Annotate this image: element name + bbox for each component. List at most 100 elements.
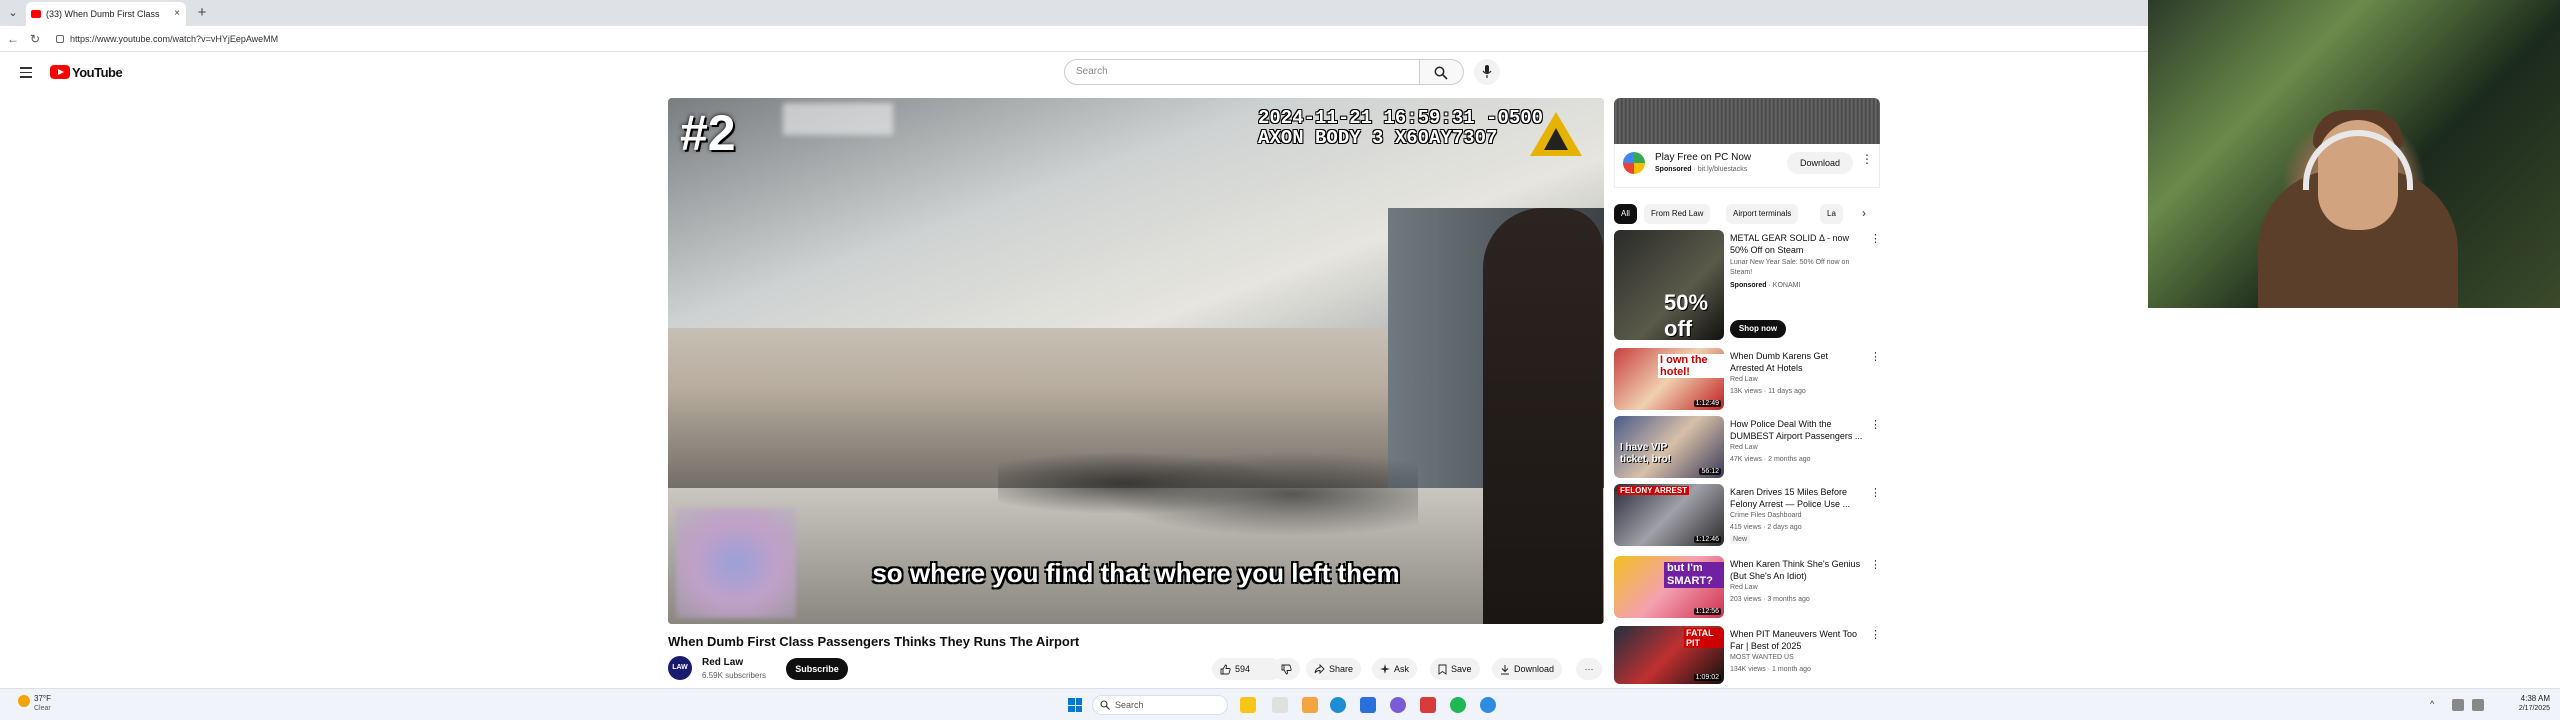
- ad-app-icon: [1623, 152, 1645, 174]
- dislike-button[interactable]: [1272, 658, 1300, 680]
- weather-icon[interactable]: [18, 695, 30, 707]
- rec-thumbnail[interactable]: but I'm SMART? 1:12:56: [1614, 556, 1724, 618]
- recommendation-item[interactable]: I have VIP ticket, bro! 56:12 How Police…: [1614, 416, 1881, 480]
- volume-icon[interactable]: [2472, 699, 2484, 711]
- chevron-right-icon[interactable]: ›: [1862, 206, 1866, 220]
- rec-thumbnail[interactable]: I have VIP ticket, bro! 56:12: [1614, 416, 1724, 478]
- save-label: Save: [1451, 664, 1472, 674]
- file-explorer-icon[interactable]: [1240, 697, 1256, 713]
- rec-channel[interactable]: Crime Files Dashboard: [1730, 512, 1802, 519]
- ad-card[interactable]: Play Free on PC Now Sponsored · bit.ly/b…: [1614, 144, 1880, 188]
- taskbar-search-label: Search: [1115, 700, 1144, 710]
- ad-banner-image[interactable]: [1614, 98, 1880, 144]
- save-button[interactable]: Save: [1430, 658, 1480, 680]
- ad-sponsored-label: Sponsored: [1655, 166, 1692, 173]
- clock-date[interactable]: 2/17/2025: [2500, 705, 2550, 712]
- tab-list-chevron-icon[interactable]: ⌄: [2, 3, 24, 23]
- bodycam-timestamp: 2024-11-21 16:59:31 -0500 AXON BODY 3 X6…: [1258, 108, 1543, 148]
- share-button[interactable]: Share: [1306, 658, 1362, 680]
- rec-title: How Police Deal With the DUMBEST Airport…: [1730, 419, 1863, 441]
- ask-button[interactable]: Ask: [1372, 658, 1418, 680]
- thumbs-up-icon: [1220, 664, 1231, 674]
- edge-icon[interactable]: [1330, 697, 1346, 713]
- rec-thumbnail[interactable]: FATAL PIT 1:09:02: [1614, 626, 1724, 684]
- recommendation-sponsored[interactable]: 50% off METAL GEAR SOLID Δ - now 50% Off…: [1614, 230, 1881, 342]
- tray-chevron-icon[interactable]: ^: [2430, 699, 2442, 711]
- task-view-icon[interactable]: [1272, 697, 1288, 713]
- chip-airport-terminals[interactable]: Airport terminals: [1726, 204, 1799, 224]
- rec-thumbnail-text: FELONY ARREST: [1618, 486, 1690, 495]
- rec-thumbnail[interactable]: FELONY ARREST 1:12:46: [1614, 484, 1724, 546]
- download-arrow-icon: [1501, 664, 1509, 674]
- folder-icon[interactable]: [1302, 697, 1318, 713]
- webcam-overlay: [2148, 0, 2560, 308]
- channel-name[interactable]: Red Law: [702, 657, 743, 668]
- microphone-icon: [1482, 65, 1492, 78]
- app-icon[interactable]: [1390, 697, 1406, 713]
- rec-more-icon[interactable]: ⋮: [1870, 418, 1881, 431]
- ad-title: Play Free on PC Now: [1655, 152, 1752, 163]
- video-frame-crowd: [998, 428, 1418, 538]
- site-info-icon[interactable]: [56, 35, 64, 43]
- weather-temperature[interactable]: 37°F: [34, 694, 51, 703]
- back-arrow-icon[interactable]: ←: [4, 30, 22, 48]
- filter-chip-row: All From Red Law Airport terminals La ›: [1614, 204, 1880, 224]
- chrome-icon[interactable]: [1480, 697, 1496, 713]
- rec-thumbnail[interactable]: I own the hotel! 1:12:49: [1614, 348, 1724, 410]
- youtube-logo[interactable]: YouTube: [50, 64, 123, 80]
- windows-start-icon[interactable]: [1068, 698, 1082, 712]
- more-actions-button[interactable]: ···: [1576, 658, 1602, 680]
- search-input[interactable]: Search: [1064, 59, 1420, 85]
- video-player[interactable]: #2 2024-11-21 16:59:31 -0500 AXON BODY 3…: [668, 98, 1604, 624]
- recommendation-item[interactable]: I own the hotel! 1:12:49 When Dumb Karen…: [1614, 348, 1881, 412]
- spotify-icon[interactable]: [1450, 697, 1466, 713]
- ad-sponsor-line: Sponsored · bit.ly/bluestacks: [1655, 166, 1747, 173]
- clock-time[interactable]: 4:38 AM: [2500, 694, 2550, 703]
- video-title: When Dumb First Class Passengers Thinks …: [668, 634, 1080, 649]
- browser-toolbar: ← ↻ https://www.youtube.com/watch?v=vHYj…: [0, 26, 2148, 52]
- tab-close-icon[interactable]: ×: [174, 2, 180, 26]
- new-tab-button[interactable]: +: [192, 3, 212, 23]
- voice-search-button[interactable]: [1474, 59, 1500, 85]
- rec-more-icon[interactable]: ⋮: [1870, 558, 1881, 571]
- rec-channel[interactable]: Red Law: [1730, 584, 1758, 591]
- rec-sponsor-line: Sponsored · KONAMI: [1730, 282, 1800, 289]
- rec-more-icon[interactable]: ⋮: [1870, 628, 1881, 641]
- subscribe-button[interactable]: Subscribe: [786, 658, 848, 680]
- rec-more-icon[interactable]: ⋮: [1870, 350, 1881, 363]
- recommendation-item[interactable]: FELONY ARREST 1:12:46 Karen Drives 15 Mi…: [1614, 484, 1881, 548]
- search-button[interactable]: [1420, 59, 1464, 85]
- rec-thumbnail[interactable]: 50% off: [1614, 230, 1724, 340]
- rec-channel[interactable]: MOST WANTED US: [1730, 654, 1794, 661]
- video-subtitle: so where you find that where you left th…: [872, 558, 1400, 588]
- recommendation-item[interactable]: FATAL PIT 1:09:02 When PIT Maneuvers Wen…: [1614, 626, 1881, 686]
- app-icon[interactable]: [1420, 697, 1436, 713]
- sparkle-icon: [1380, 664, 1390, 674]
- ask-label: Ask: [1394, 664, 1410, 674]
- chip-all[interactable]: All: [1614, 204, 1637, 224]
- chip-from-channel[interactable]: From Red Law: [1644, 204, 1711, 224]
- youtube-play-logo-icon: [50, 65, 70, 79]
- reload-icon[interactable]: ↻: [26, 30, 44, 48]
- rec-more-icon[interactable]: ⋮: [1870, 486, 1881, 499]
- network-icon[interactable]: [2452, 699, 2464, 711]
- rec-channel[interactable]: Red Law: [1730, 444, 1758, 451]
- channel-avatar[interactable]: LAW: [668, 656, 692, 680]
- search-icon: [1434, 66, 1448, 80]
- browser-tab-active[interactable]: (33) When Dumb First Class ×: [26, 2, 186, 26]
- recommendation-item[interactable]: but I'm SMART? 1:12:56 When Karen Think …: [1614, 556, 1881, 620]
- shop-now-button[interactable]: Shop now: [1730, 320, 1786, 338]
- ad-more-icon[interactable]: ⋮: [1861, 152, 1873, 166]
- weather-condition: Clear: [34, 705, 51, 712]
- address-bar[interactable]: https://www.youtube.com/watch?v=vHYjEepA…: [52, 31, 952, 47]
- taskbar-search[interactable]: Search: [1092, 695, 1228, 715]
- download-button[interactable]: Download: [1492, 658, 1563, 680]
- search-placeholder: Search: [1076, 66, 1108, 77]
- rec-more-icon[interactable]: ⋮: [1870, 232, 1881, 245]
- rec-channel[interactable]: Red Law: [1730, 376, 1758, 383]
- ad-download-button[interactable]: Download: [1787, 152, 1853, 174]
- hamburger-menu-icon[interactable]: [18, 64, 34, 80]
- download-label: Download: [1514, 664, 1555, 674]
- chip-partial[interactable]: La: [1820, 204, 1843, 224]
- store-icon[interactable]: [1360, 697, 1376, 713]
